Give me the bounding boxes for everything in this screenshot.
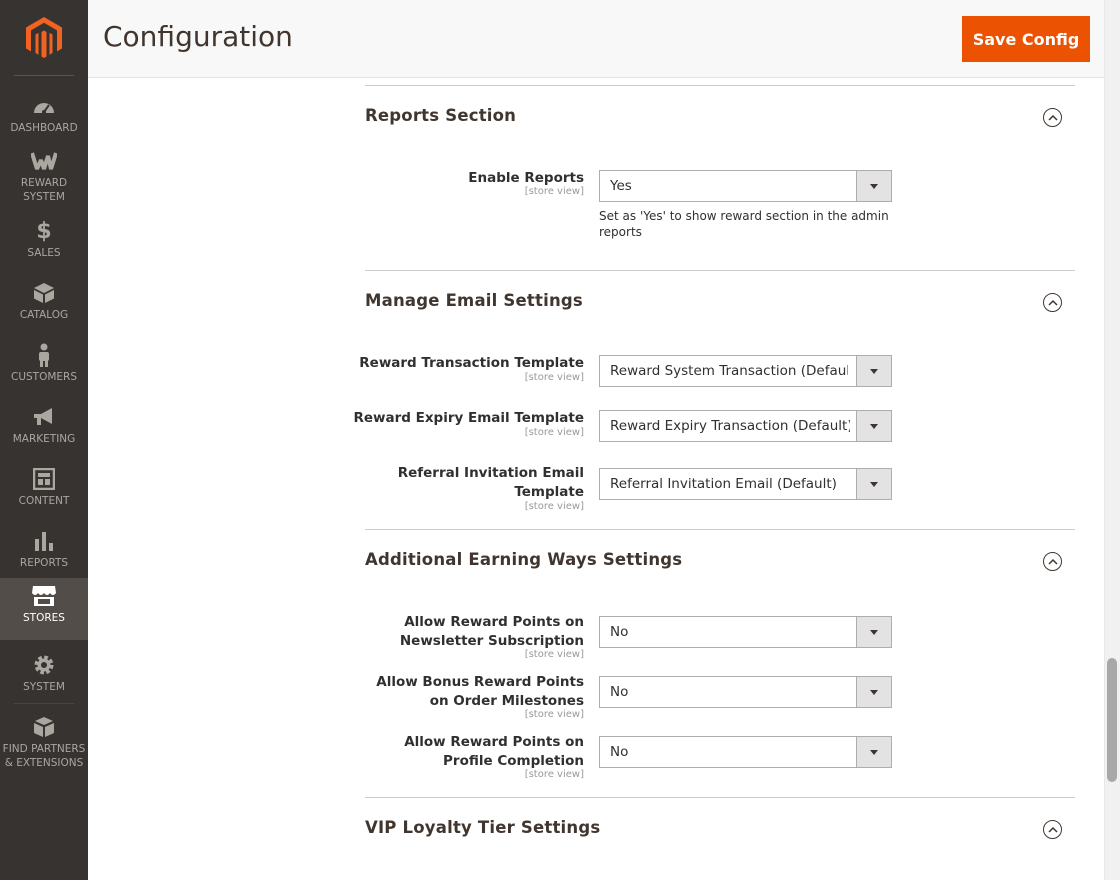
scope-label: [store view] <box>524 769 584 780</box>
sidebar-divider <box>14 703 74 704</box>
scope-label: [store view] <box>524 709 584 720</box>
sidebar-item-label: CUSTOMERS <box>10 371 77 383</box>
scope-label: [store view] <box>524 501 584 512</box>
sidebar-item-customers[interactable]: CUSTOMERS <box>0 337 88 399</box>
gear-icon <box>31 653 57 677</box>
section-divider <box>365 85 1075 86</box>
sidebar-item-label: FIND PARTNERS & EXTENSIONS <box>2 743 86 769</box>
sidebar-item-label: DASHBOARD <box>10 122 78 134</box>
sidebar-item-stores[interactable]: STORES <box>0 578 88 640</box>
select-value: Reward System Transaction (Default) <box>610 363 848 379</box>
transaction-template-label: Reward Transaction Template <box>359 355 584 371</box>
sidebar-item-catalog[interactable]: CATALOG <box>0 275 88 337</box>
sidebar-item-sales[interactable]: $ SALES <box>0 213 88 275</box>
section-title-vip[interactable]: VIP Loyalty Tier Settings <box>365 818 600 837</box>
megaphone-icon <box>31 405 57 429</box>
scope-label: [store view] <box>524 372 584 383</box>
chevron-down-icon[interactable] <box>856 737 891 767</box>
sidebar-item-label: CATALOG <box>19 309 69 321</box>
newsletter-points-label: Allow Reward Points on Newsletter Subscr… <box>399 614 584 649</box>
transaction-template-select[interactable]: Reward System Transaction (Default) <box>599 355 892 387</box>
page-title: Configuration <box>103 20 293 53</box>
dashboard-icon <box>31 94 57 118</box>
milestone-points-label: Allow Bonus Reward Points on Order Miles… <box>376 674 584 709</box>
save-config-button[interactable]: Save Config <box>962 16 1090 62</box>
select-value: Yes <box>610 178 632 194</box>
section-title-email[interactable]: Manage Email Settings <box>365 291 583 310</box>
chevron-down-icon[interactable] <box>856 356 891 386</box>
sidebar-item-marketing[interactable]: MARKETING <box>0 399 88 461</box>
enable-reports-select[interactable]: Yes <box>599 170 892 202</box>
sidebar-item-label: REWARD SYSTEM <box>20 177 68 203</box>
magento-logo[interactable] <box>0 0 88 76</box>
chevron-down-icon[interactable] <box>856 677 891 707</box>
section-divider <box>365 529 1075 530</box>
layout-icon <box>31 467 57 491</box>
bar-chart-icon <box>31 529 57 553</box>
select-value: No <box>610 684 629 700</box>
reward-system-icon <box>31 149 57 173</box>
sidebar-item-label: CONTENT <box>18 495 70 507</box>
scope-label: [store view] <box>524 649 584 660</box>
enable-reports-note: Set as 'Yes' to show reward section in t… <box>599 209 889 239</box>
collapse-chevron-icon[interactable] <box>1043 293 1062 312</box>
select-value: No <box>610 744 629 760</box>
sidebar-item-label: REPORTS <box>19 557 69 569</box>
sidebar-item-dashboard[interactable]: DASHBOARD <box>0 88 88 150</box>
referral-template-select[interactable]: Referral Invitation Email (Default) <box>599 468 892 500</box>
section-divider <box>365 270 1075 271</box>
section-title-reports[interactable]: Reports Section <box>365 106 516 125</box>
profile-points-select[interactable]: No <box>599 736 892 768</box>
chevron-down-icon[interactable] <box>856 411 891 441</box>
referral-template-label: Referral Invitation Email Template <box>397 465 584 500</box>
sidebar-item-content[interactable]: CONTENT <box>0 461 88 523</box>
magento-logo-icon <box>26 17 62 58</box>
sidebar-item-find-partners[interactable]: FIND PARTNERS & EXTENSIONS <box>0 709 88 771</box>
collapse-chevron-icon[interactable] <box>1043 552 1062 571</box>
chevron-down-icon[interactable] <box>856 469 891 499</box>
cubes-icon <box>31 715 57 739</box>
newsletter-points-select[interactable]: No <box>599 616 892 648</box>
scope-label: [store view] <box>524 427 584 438</box>
select-value: Referral Invitation Email (Default) <box>610 476 837 492</box>
profile-points-label: Allow Reward Points on Profile Completio… <box>404 734 584 769</box>
section-divider <box>365 797 1075 798</box>
scrollbar-thumb[interactable] <box>1107 658 1117 782</box>
milestone-points-select[interactable]: No <box>599 676 892 708</box>
dollar-icon: $ <box>36 218 52 244</box>
box-icon <box>31 281 57 305</box>
sidebar-item-label: SYSTEM <box>23 681 65 693</box>
sidebar-item-label: MARKETING <box>12 433 76 445</box>
sidebar-item-reward-system[interactable]: REWARD SYSTEM <box>0 143 88 205</box>
admin-sidebar: DASHBOARD REWARD SYSTEM $ SALES CATALOG … <box>0 0 88 880</box>
sidebar-divider <box>14 75 74 76</box>
collapse-chevron-icon[interactable] <box>1043 820 1062 839</box>
storefront-icon <box>31 584 57 608</box>
sidebar-item-label: SALES <box>27 247 61 259</box>
expiry-template-select[interactable]: Reward Expiry Transaction (Default) <box>599 410 892 442</box>
sidebar-item-reports[interactable]: REPORTS <box>0 523 88 585</box>
select-value: No <box>610 624 629 640</box>
page-header: Configuration Save Config <box>88 0 1104 78</box>
expiry-template-label: Reward Expiry Email Template <box>353 410 584 426</box>
scope-label: [store view] <box>524 186 584 197</box>
section-title-earning[interactable]: Additional Earning Ways Settings <box>365 550 682 569</box>
collapse-chevron-icon[interactable] <box>1043 108 1062 127</box>
chevron-down-icon[interactable] <box>856 171 891 201</box>
sidebar-item-label: STORES <box>23 612 65 624</box>
select-value: Reward Expiry Transaction (Default) <box>610 418 850 434</box>
sidebar-item-system[interactable]: SYSTEM <box>0 647 88 709</box>
person-icon <box>31 343 57 367</box>
chevron-down-icon[interactable] <box>856 617 891 647</box>
